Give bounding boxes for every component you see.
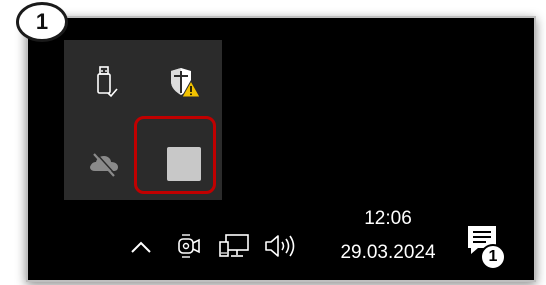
security-tray-button[interactable] [154, 52, 214, 112]
notification-center-button[interactable]: 1 [462, 220, 512, 270]
camera-icon [178, 234, 200, 258]
volume-tray-button[interactable] [260, 228, 300, 264]
notification-count-badge: 1 [480, 244, 506, 270]
usb-safely-remove-icon [97, 66, 118, 98]
highlight-box [134, 116, 216, 194]
usb-tray-button[interactable] [74, 52, 134, 112]
show-hidden-icons-button[interactable] [124, 230, 158, 264]
onedrive-offline-icon [90, 151, 118, 177]
network-tray-button[interactable] [216, 228, 254, 264]
volume-icon [265, 235, 295, 257]
step-number-badge: 1 [16, 2, 68, 42]
taskbar-screenshot: 12:06 29.03.2024 1 [26, 16, 536, 282]
windows-security-warning-icon [171, 68, 201, 98]
onedrive-tray-button[interactable] [74, 134, 134, 194]
clock-time: 12:06 [364, 208, 412, 229]
network-icon [219, 234, 249, 257]
camera-tray-button[interactable] [172, 228, 206, 264]
clock-date: 29.03.2024 [340, 242, 436, 263]
taskbar-clock[interactable]: 12:06 29.03.2024 [313, 206, 463, 266]
chevron-up-icon [131, 241, 151, 253]
